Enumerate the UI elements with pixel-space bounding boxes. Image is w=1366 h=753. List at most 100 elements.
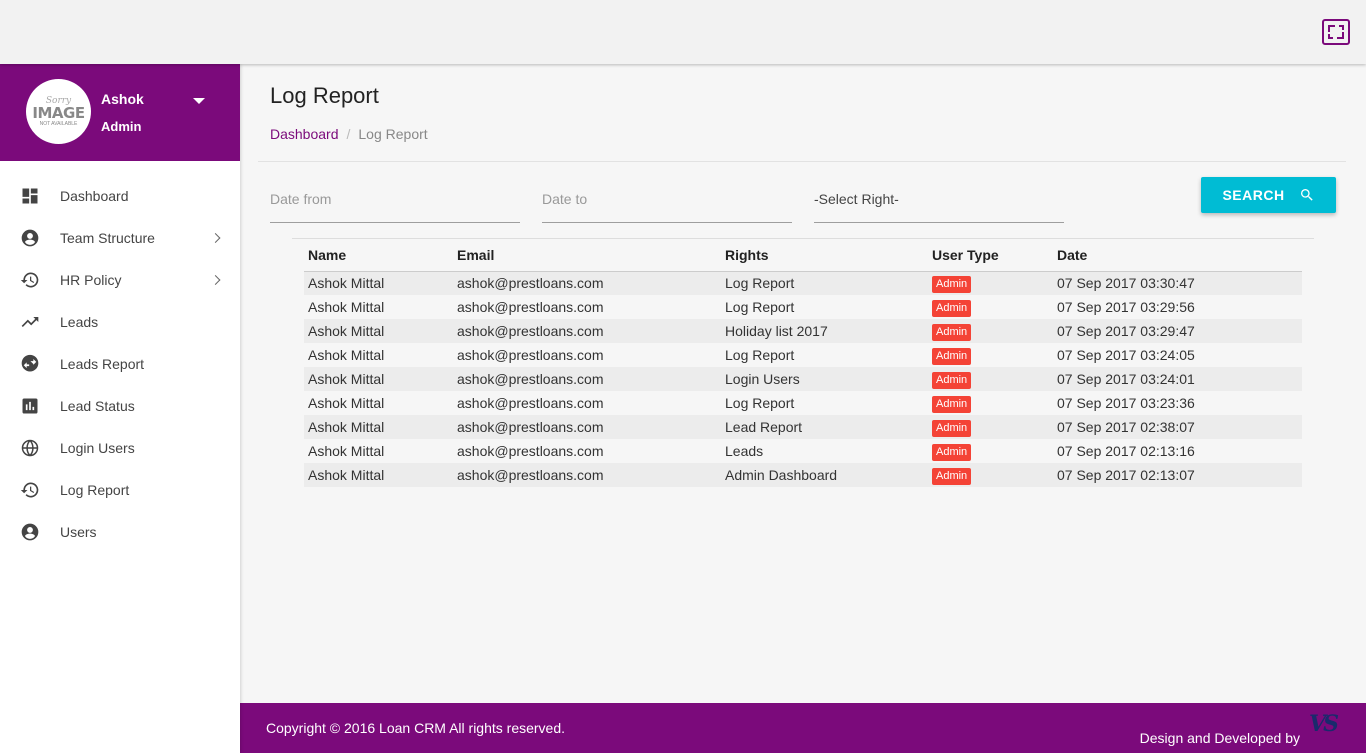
- sidebar-item-label: Log Report: [60, 482, 130, 498]
- sidebar-item-login-users[interactable]: Login Users: [0, 427, 240, 469]
- history-icon: [20, 482, 39, 498]
- cell-user-type: Admin: [928, 271, 1053, 295]
- sidebar-item-label: Login Users: [60, 440, 135, 456]
- column-header-user-type[interactable]: User Type: [928, 239, 1053, 272]
- cell-date: 07 Sep 2017 03:30:47: [1053, 271, 1302, 295]
- cell-rights: Holiday list 2017: [721, 319, 928, 343]
- account-circle-icon: [21, 523, 39, 541]
- cell-email: ashok@prestloans.com: [453, 367, 721, 391]
- sidebar-item-label: Dashboard: [60, 188, 129, 204]
- cell-date: 07 Sep 2017 03:24:01: [1053, 367, 1302, 391]
- sidebar-menu: Dashboard Team Structure HR Policy Leads…: [0, 161, 240, 553]
- table-row: Ashok Mittal ashok@prestloans.com Lead Rep…: [304, 415, 1302, 439]
- cell-user-type: Admin: [928, 343, 1053, 367]
- user-type-badge: Admin: [932, 443, 972, 461]
- sidebar-item-log-report[interactable]: Log Report: [0, 469, 240, 511]
- cell-rights: Log Report: [721, 343, 928, 367]
- sidebar-item-lead-status[interactable]: Lead Status: [0, 385, 240, 427]
- copyright-text: Copyright © 2016 Loan CRM All rights res…: [266, 720, 566, 736]
- cell-user-type: Admin: [928, 463, 1053, 487]
- search-icon: [1300, 189, 1313, 201]
- dashboard-icon: [22, 188, 38, 204]
- log-table-container: Name Email Rights User Type Date Ashok M…: [292, 238, 1314, 487]
- sidebar-item-team-structure[interactable]: Team Structure: [0, 217, 240, 259]
- user-type-badge: Admin: [932, 323, 972, 341]
- breadcrumb-home-link[interactable]: Dashboard: [270, 126, 339, 142]
- cell-name: Ashok Mittal: [304, 415, 453, 439]
- fullscreen-corner: [1339, 25, 1344, 30]
- date-from-input[interactable]: [270, 179, 520, 219]
- cell-email: ashok@prestloans.com: [453, 271, 721, 295]
- select-right-dropdown[interactable]: -Select Right-: [814, 177, 1064, 223]
- cell-email: ashok@prestloans.com: [453, 415, 721, 439]
- cell-name: Ashok Mittal: [304, 391, 453, 415]
- main-content: Log Report Dashboard / Log Report -Select …: [240, 64, 1366, 703]
- cell-email: ashok@prestloans.com: [453, 391, 721, 415]
- cell-date: 07 Sep 2017 03:29:56: [1053, 295, 1302, 319]
- swap-circle-icon: [21, 354, 39, 372]
- cell-date: 07 Sep 2017 02:13:07: [1053, 463, 1302, 487]
- sidebar-item-label: Lead Status: [60, 398, 135, 414]
- user-type-badge: Admin: [932, 371, 972, 389]
- chevron-right-icon: [210, 233, 221, 243]
- sidebar-item-dashboard[interactable]: Dashboard: [0, 175, 240, 217]
- column-header-name[interactable]: Name: [304, 239, 453, 272]
- user-type-badge: Admin: [932, 347, 972, 365]
- breadcrumb-current: Log Report: [358, 126, 428, 142]
- cell-date: 07 Sep 2017 03:29:47: [1053, 319, 1302, 343]
- cell-user-type: Admin: [928, 295, 1053, 319]
- sidebar-item-label: Users: [60, 524, 97, 540]
- sidebar-item-hr-policy[interactable]: HR Policy: [0, 259, 240, 301]
- cell-rights: Lead Report: [721, 415, 928, 439]
- cell-email: ashok@prestloans.com: [453, 295, 721, 319]
- cell-date: 07 Sep 2017 03:24:05: [1053, 343, 1302, 367]
- breadcrumb: Dashboard / Log Report: [270, 126, 428, 142]
- user-name: Ashok: [101, 91, 144, 107]
- sidebar-item-label: HR Policy: [60, 272, 122, 288]
- table-row: Ashok Mittal ashok@prestloans.com Log Repo…: [304, 391, 1302, 415]
- cell-date: 07 Sep 2017 02:13:16: [1053, 439, 1302, 463]
- cell-email: ashok@prestloans.com: [453, 343, 721, 367]
- fullscreen-icon[interactable]: [1322, 19, 1350, 45]
- user-type-badge: Admin: [932, 275, 972, 293]
- cell-name: Ashok Mittal: [304, 343, 453, 367]
- cell-name: Ashok Mittal: [304, 367, 453, 391]
- user-type-badge: Admin: [932, 395, 972, 413]
- search-button-label: SEARCH: [1222, 187, 1285, 203]
- avatar-text: IMAGE: [32, 103, 85, 122]
- developer-logo[interactable]: VS: [1309, 711, 1339, 737]
- breadcrumb-separator: /: [346, 126, 351, 142]
- user-type-badge: Admin: [932, 299, 972, 317]
- user-type-badge: Admin: [932, 419, 972, 437]
- column-header-email[interactable]: Email: [453, 239, 721, 272]
- table-body: Ashok Mittal ashok@prestloans.com Log Repo…: [304, 271, 1302, 487]
- date-to-input[interactable]: [542, 179, 792, 219]
- column-header-rights[interactable]: Rights: [721, 239, 928, 272]
- log-table: Name Email Rights User Type Date Ashok M…: [304, 239, 1302, 487]
- sidebar-item-label: Team Structure: [60, 230, 155, 246]
- cell-user-type: Admin: [928, 367, 1053, 391]
- cell-date: 07 Sep 2017 02:38:07: [1053, 415, 1302, 439]
- page-title: Log Report: [270, 83, 379, 108]
- sidebar-item-label: Leads Report: [60, 356, 145, 372]
- cell-user-type: Admin: [928, 319, 1053, 343]
- cell-email: ashok@prestloans.com: [453, 319, 721, 343]
- sidebar-item-leads-report[interactable]: Leads Report: [0, 343, 240, 385]
- user-role: Admin: [101, 119, 142, 134]
- sidebar-item-users[interactable]: Users: [0, 511, 240, 553]
- table-row: Ashok Mittal ashok@prestloans.com Log Repo…: [304, 295, 1302, 319]
- avatar: Sorry IMAGE NOT AVAILABLE: [26, 79, 91, 144]
- bar-chart-icon: [22, 398, 38, 414]
- chevron-right-icon: [210, 275, 221, 285]
- cell-user-type: Admin: [928, 391, 1053, 415]
- caret-down-icon[interactable]: [193, 98, 205, 104]
- cell-name: Ashok Mittal: [304, 271, 453, 295]
- cell-rights: Log Report: [721, 271, 928, 295]
- cell-rights: Log Report: [721, 295, 928, 319]
- sidebar-item-leads[interactable]: Leads: [0, 301, 240, 343]
- account-circle-icon: [21, 229, 39, 247]
- credit-text: Design and Developed by: [1139, 730, 1300, 746]
- column-header-date[interactable]: Date: [1053, 239, 1302, 272]
- search-button[interactable]: SEARCH: [1201, 177, 1336, 213]
- date-to-field: [542, 177, 792, 223]
